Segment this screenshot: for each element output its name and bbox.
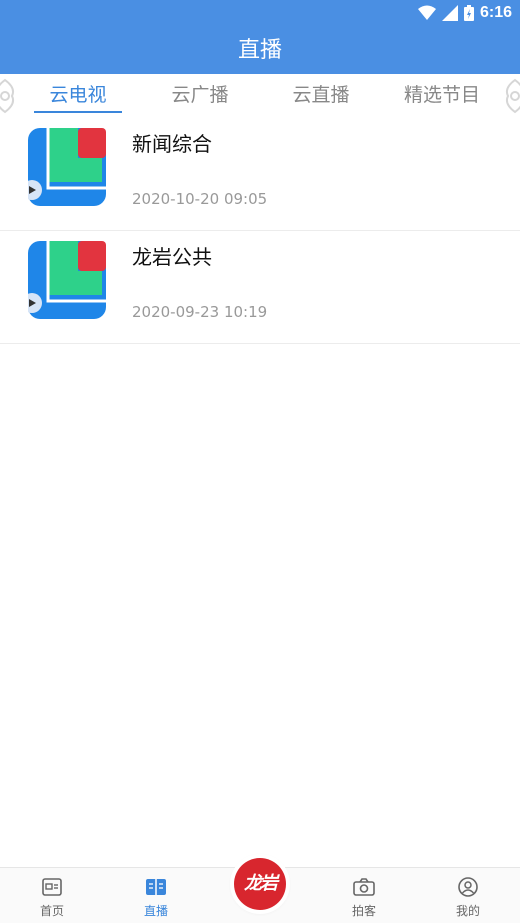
status-bar: 6:16: [0, 0, 520, 28]
channel-list: 新闻综合 2020-10-20 09:05 龙岩公共 2020-09-23 10…: [0, 118, 520, 344]
user-icon: [458, 877, 478, 897]
nav-home-label: 首页: [39, 904, 64, 918]
tab-yun-zhibo[interactable]: 云直播: [271, 74, 371, 118]
header: 直播: [0, 28, 520, 74]
wifi-icon: [417, 5, 436, 20]
item-title: 新闻综合: [132, 132, 212, 156]
item-timestamp: 2020-10-20 09:05: [132, 190, 268, 208]
item-timestamp: 2020-09-23 10:19: [132, 303, 268, 321]
nav-home[interactable]: 首页: [12, 868, 92, 923]
nav-live[interactable]: 直播: [116, 868, 196, 923]
news-icon: [42, 878, 62, 896]
ornament-left-icon: [0, 78, 15, 114]
tab-jingxuan-jiemu[interactable]: 精选节目: [392, 74, 492, 118]
logo-text: 龙岩: [244, 873, 278, 894]
channel-thumbnail-icon: [28, 241, 106, 319]
center-logo-button[interactable]: 龙岩: [234, 858, 286, 910]
status-icons: 6:16: [417, 4, 512, 22]
tab-bar: 云电视 云广播 云直播 精选节目: [0, 74, 520, 118]
nav-paike-label: 拍客: [351, 904, 376, 918]
item-title: 龙岩公共: [132, 245, 212, 269]
list-item[interactable]: 新闻综合 2020-10-20 09:05: [0, 118, 520, 231]
battery-icon: [463, 5, 474, 21]
book-icon: [146, 879, 166, 895]
tab-active-indicator: [34, 111, 122, 113]
ornament-right-icon: [505, 78, 520, 114]
nav-live-label: 直播: [143, 904, 168, 918]
nav-paike[interactable]: 拍客: [324, 868, 404, 923]
tab-yun-guangbo[interactable]: 云广播: [150, 74, 250, 118]
page-title: 直播: [237, 38, 282, 63]
status-time: 6:16: [479, 4, 512, 21]
signal-icon: [441, 5, 458, 21]
nav-mine-label: 我的: [455, 904, 480, 918]
nav-mine[interactable]: 我的: [428, 868, 508, 923]
list-item[interactable]: 龙岩公共 2020-09-23 10:19: [0, 231, 520, 344]
camera-icon: [353, 878, 375, 896]
channel-thumbnail-icon: [28, 128, 106, 206]
